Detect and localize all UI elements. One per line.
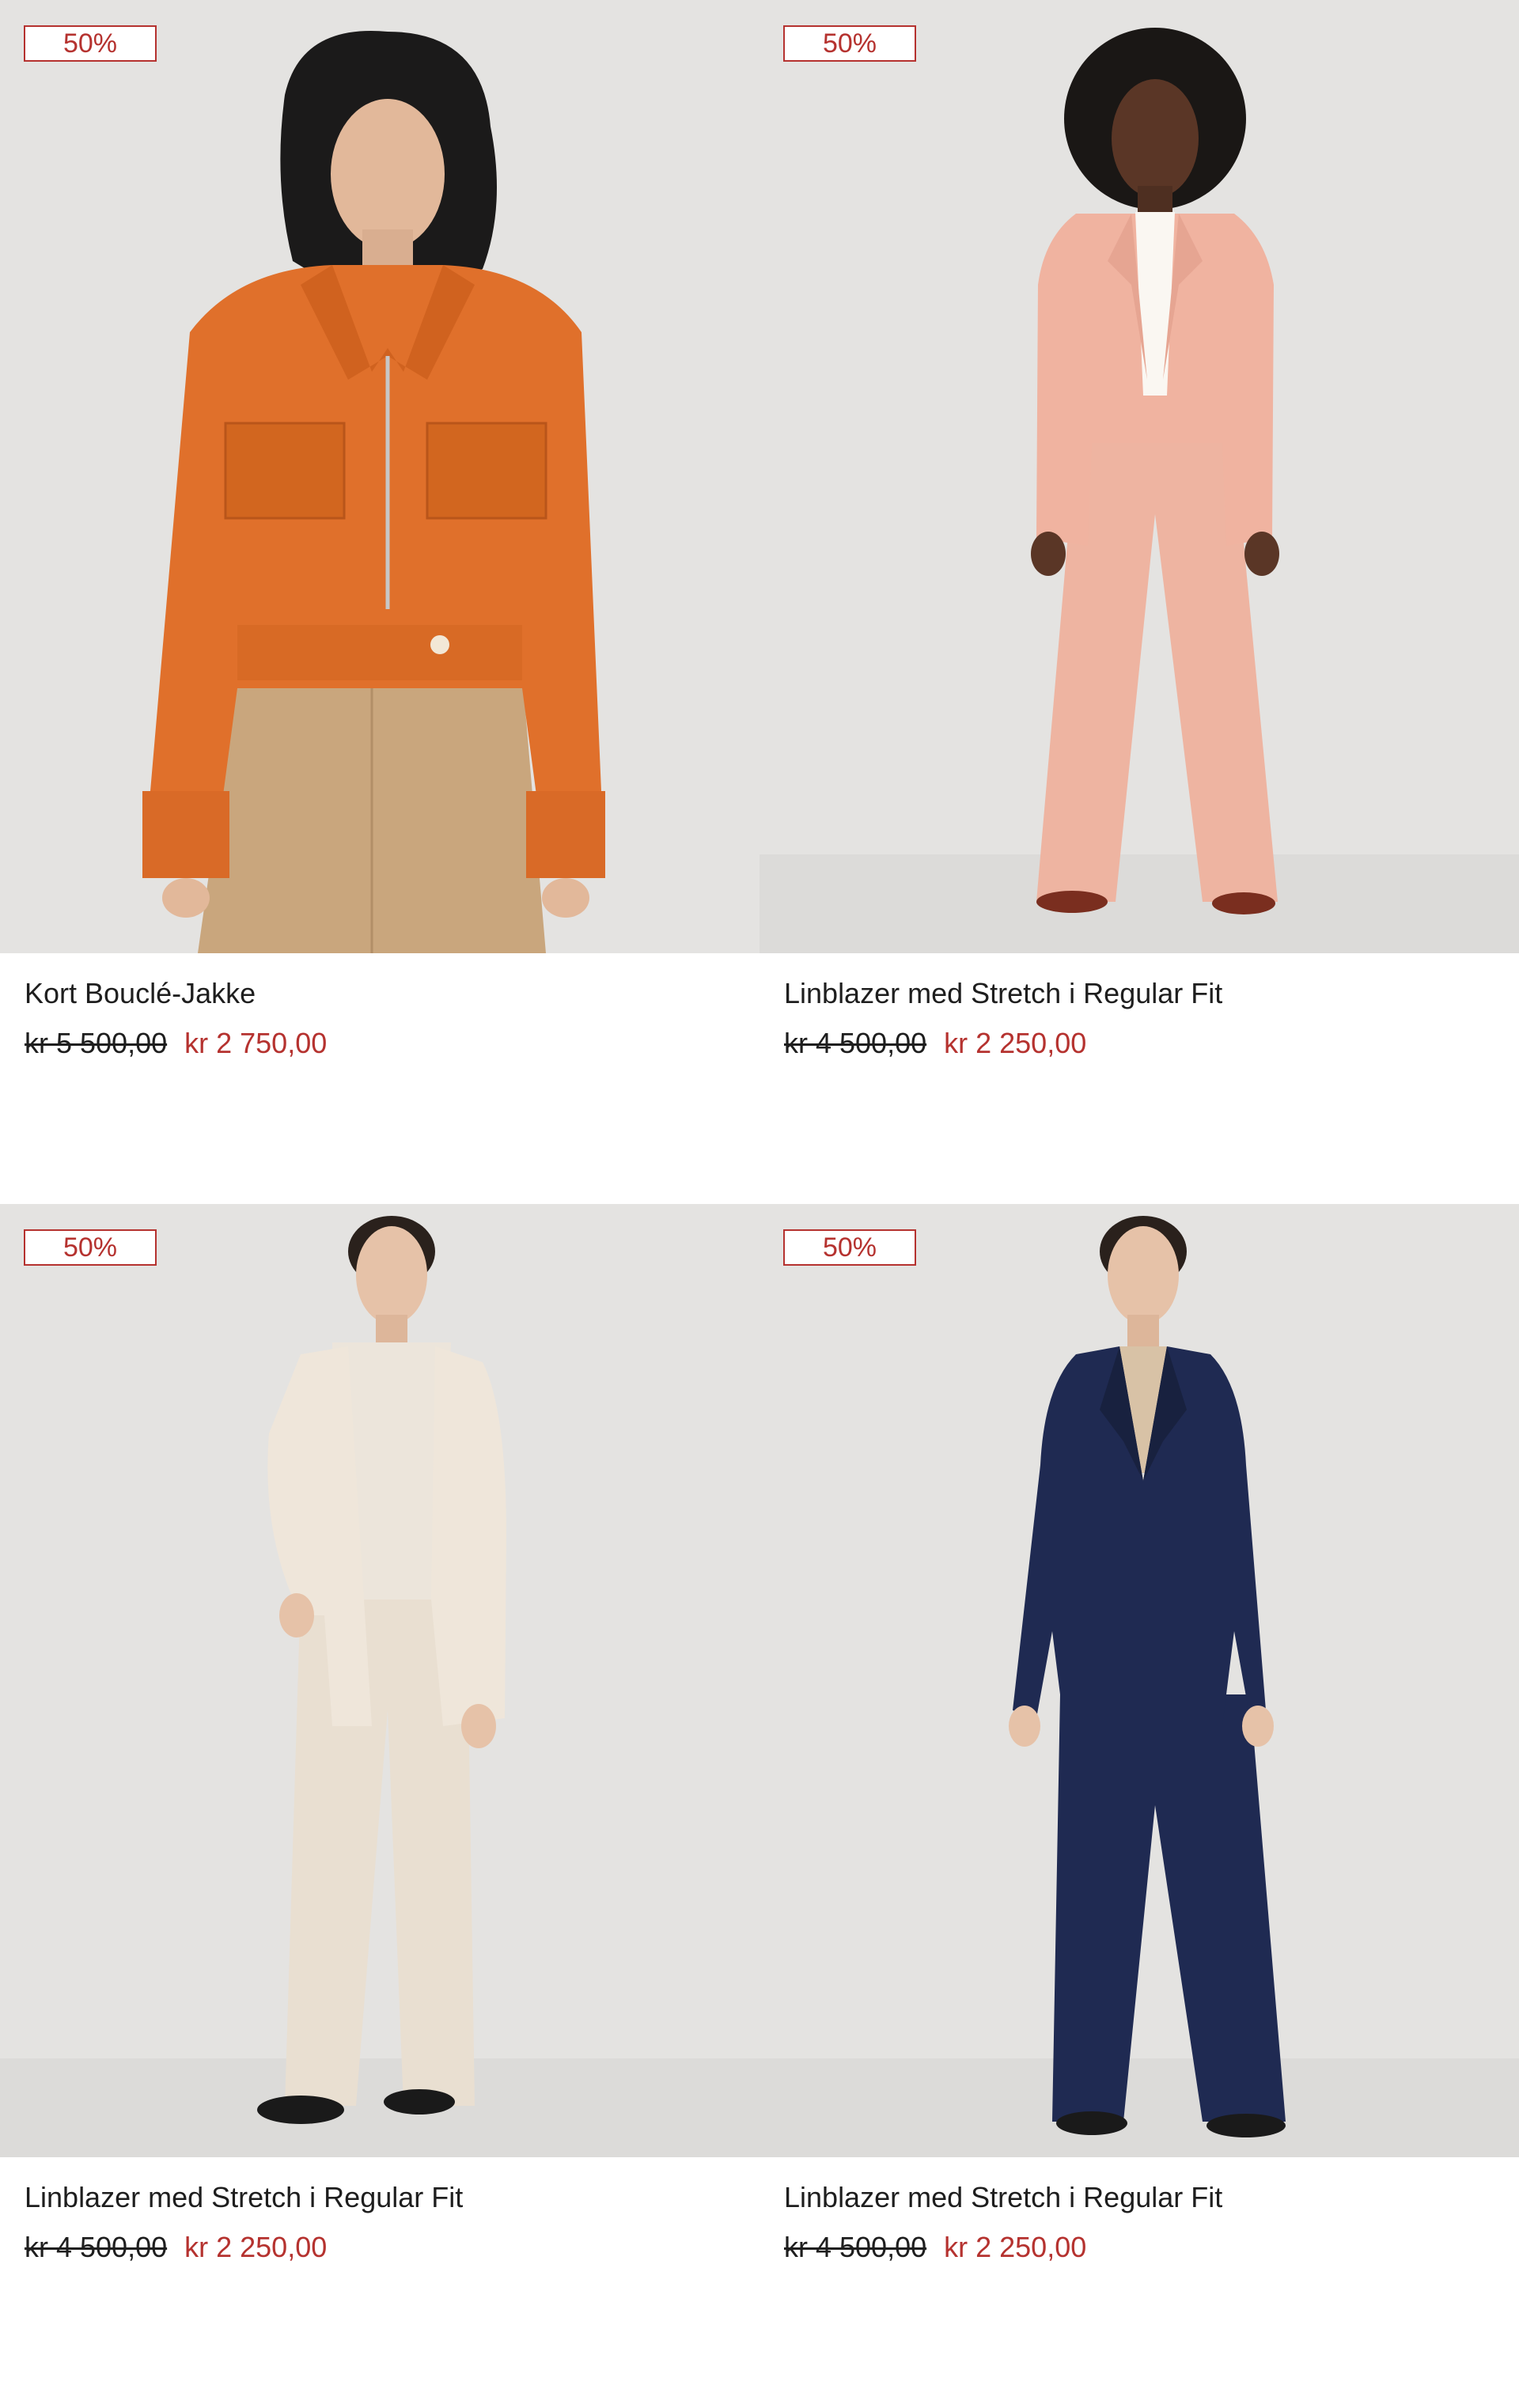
product-prices: kr 4 500,00 kr 2 250,00 — [25, 2231, 327, 2264]
product-card[interactable]: 50% Kort Bouclé-Jakke kr 5 500,00 kr 2 75… — [0, 0, 760, 1204]
sale-price: kr 2 250,00 — [944, 1027, 1087, 1059]
original-price: kr 5 500,00 — [25, 1027, 168, 1059]
product-card[interactable]: 50% Linblazer med Stretch i Regular Fit … — [0, 1204, 760, 2408]
product-prices: kr 4 500,00 kr 2 250,00 — [784, 1027, 1086, 1060]
product-photo-blazer-cream — [0, 1204, 760, 2157]
product-name[interactable]: Kort Bouclé-Jakke — [25, 977, 256, 1010]
sale-price: kr 2 750,00 — [184, 1027, 328, 1059]
product-image[interactable]: 50% — [760, 0, 1519, 953]
original-price: kr 4 500,00 — [784, 1027, 927, 1059]
discount-badge: 50% — [783, 25, 916, 62]
product-image[interactable]: 50% — [0, 0, 760, 953]
original-price: kr 4 500,00 — [25, 2231, 168, 2263]
sale-price: kr 2 250,00 — [184, 2231, 328, 2263]
product-card[interactable]: 50% Linblazer med Stretch i Regular Fit … — [760, 0, 1519, 1204]
product-name[interactable]: Linblazer med Stretch i Regular Fit — [784, 977, 1222, 1010]
product-photo-blazer-navy — [760, 1204, 1519, 2157]
product-name[interactable]: Linblazer med Stretch i Regular Fit — [25, 2181, 463, 2214]
product-info: Linblazer med Stretch i Regular Fit kr 4… — [760, 2157, 1519, 2408]
product-prices: kr 4 500,00 kr 2 250,00 — [784, 2231, 1086, 2264]
discount-badge: 50% — [783, 1229, 916, 1266]
original-price: kr 4 500,00 — [784, 2231, 927, 2263]
product-card[interactable]: 50% Linblazer med Stretch i Regular Fit … — [760, 1204, 1519, 2408]
product-name[interactable]: Linblazer med Stretch i Regular Fit — [784, 2181, 1222, 2214]
product-info: Linblazer med Stretch i Regular Fit kr 4… — [0, 2157, 760, 2408]
product-photo-jacket-orange — [0, 0, 760, 953]
sale-price: kr 2 250,00 — [944, 2231, 1087, 2263]
discount-badge: 50% — [24, 1229, 157, 1266]
product-photo-blazer-pink — [760, 0, 1519, 953]
discount-badge: 50% — [24, 25, 157, 62]
product-prices: kr 5 500,00 kr 2 750,00 — [25, 1027, 327, 1060]
product-info: Kort Bouclé-Jakke kr 5 500,00 kr 2 750,00 — [0, 953, 760, 1204]
product-image[interactable]: 50% — [0, 1204, 760, 2157]
product-image[interactable]: 50% — [760, 1204, 1519, 2157]
product-info: Linblazer med Stretch i Regular Fit kr 4… — [760, 953, 1519, 1204]
